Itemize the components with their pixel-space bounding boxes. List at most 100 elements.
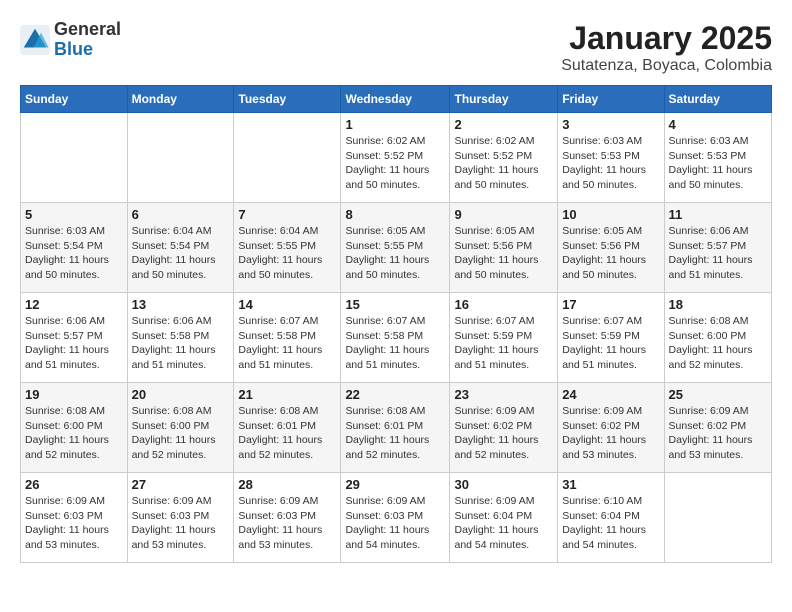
- calendar-cell: 2 Sunrise: 6:02 AM Sunset: 5:52 PM Daylig…: [450, 113, 558, 203]
- logo-icon: [20, 25, 50, 55]
- calendar-cell: [664, 473, 771, 563]
- day-number: 17: [562, 297, 659, 312]
- logo: General Blue: [20, 20, 121, 60]
- calendar-subtitle: Sutatenza, Boyaca, Colombia: [561, 57, 772, 75]
- calendar-cell: 6 Sunrise: 6:04 AM Sunset: 5:54 PM Daylig…: [127, 203, 234, 293]
- day-number: 13: [132, 297, 230, 312]
- calendar-cell: 20Sunrise: 6:08 AM Sunset: 6:00 PM Dayli…: [127, 383, 234, 473]
- day-number: 25: [669, 387, 767, 402]
- day-info: Sunrise: 6:07 AM Sunset: 5:59 PM Dayligh…: [562, 314, 659, 373]
- day-number: 18: [669, 297, 767, 312]
- calendar-cell: [21, 113, 128, 203]
- calendar-cell: 10 Sunrise: 6:05 AM Sunset: 5:56 PM Dayli…: [558, 203, 664, 293]
- day-info: Sunrise: 6:09 AM Sunset: 6:02 PM Dayligh…: [669, 404, 767, 463]
- calendar-cell: 12 Sunrise: 6:06 AM Sunset: 5:57 PM Dayli…: [21, 293, 128, 383]
- calendar-cell: 18 Sunrise: 6:08 AM Sunset: 6:00 PM Dayli…: [664, 293, 771, 383]
- weekday-header-tuesday: Tuesday: [234, 86, 341, 113]
- calendar-week-4: 19 Sunrise: 6:08 AM Sunset: 6:00 PM Dayli…: [21, 383, 772, 473]
- title-block: January 2025 Sutatenza, Boyaca, Colombia: [561, 20, 772, 75]
- day-number: 26: [25, 477, 123, 492]
- calendar-cell: [127, 113, 234, 203]
- calendar-cell: 5 Sunrise: 6:03 AM Sunset: 5:54 PM Daylig…: [21, 203, 128, 293]
- calendar-cell: 22Sunrise: 6:08 AM Sunset: 6:01 PM Dayli…: [341, 383, 450, 473]
- day-number: 4: [669, 117, 767, 132]
- day-info: Sunrise: 6:09 AM Sunset: 6:02 PM Dayligh…: [454, 404, 553, 463]
- calendar-cell: 11 Sunrise: 6:06 AM Sunset: 5:57 PM Dayli…: [664, 203, 771, 293]
- day-number: 20: [132, 387, 230, 402]
- day-number: 14: [238, 297, 336, 312]
- calendar-cell: 17 Sunrise: 6:07 AM Sunset: 5:59 PM Dayli…: [558, 293, 664, 383]
- day-info: Sunrise: 6:03 AM Sunset: 5:53 PM Dayligh…: [669, 134, 767, 193]
- day-number: 8: [345, 207, 445, 222]
- logo-general: General: [54, 20, 121, 40]
- day-info: Sunrise: 6:08 AM Sunset: 6:00 PM Dayligh…: [25, 404, 123, 463]
- calendar-cell: 1 Sunrise: 6:02 AM Sunset: 5:52 PM Daylig…: [341, 113, 450, 203]
- day-number: 28: [238, 477, 336, 492]
- day-info: Sunrise: 6:06 AM Sunset: 5:57 PM Dayligh…: [669, 224, 767, 283]
- weekday-header-monday: Monday: [127, 86, 234, 113]
- day-info: Sunrise: 6:08 AM Sunset: 6:00 PM Dayligh…: [669, 314, 767, 373]
- day-info: Sunrise: 6:02 AM Sunset: 5:52 PM Dayligh…: [454, 134, 553, 193]
- calendar-week-1: 1 Sunrise: 6:02 AM Sunset: 5:52 PM Daylig…: [21, 113, 772, 203]
- day-info: Sunrise: 6:09 AM Sunset: 6:04 PM Dayligh…: [454, 494, 553, 553]
- day-number: 2: [454, 117, 553, 132]
- day-info: Sunrise: 6:07 AM Sunset: 5:59 PM Dayligh…: [454, 314, 553, 373]
- calendar-cell: 16 Sunrise: 6:07 AM Sunset: 5:59 PM Dayli…: [450, 293, 558, 383]
- day-number: 27: [132, 477, 230, 492]
- day-info: Sunrise: 6:09 AM Sunset: 6:03 PM Dayligh…: [345, 494, 445, 553]
- day-info: Sunrise: 6:09 AM Sunset: 6:03 PM Dayligh…: [238, 494, 336, 553]
- calendar-cell: 19 Sunrise: 6:08 AM Sunset: 6:00 PM Dayli…: [21, 383, 128, 473]
- calendar-week-5: 26 Sunrise: 6:09 AM Sunset: 6:03 PM Dayli…: [21, 473, 772, 563]
- day-number: 5: [25, 207, 123, 222]
- day-info: Sunrise: 6:09 AM Sunset: 6:03 PM Dayligh…: [132, 494, 230, 553]
- calendar-cell: 30 Sunrise: 6:09 AM Sunset: 6:04 PM Dayli…: [450, 473, 558, 563]
- calendar-body: 1 Sunrise: 6:02 AM Sunset: 5:52 PM Daylig…: [21, 113, 772, 563]
- day-number: 12: [25, 297, 123, 312]
- day-number: 29: [345, 477, 445, 492]
- calendar-cell: 23Sunrise: 6:09 AM Sunset: 6:02 PM Dayli…: [450, 383, 558, 473]
- calendar-cell: 21Sunrise: 6:08 AM Sunset: 6:01 PM Dayli…: [234, 383, 341, 473]
- day-number: 7: [238, 207, 336, 222]
- day-number: 19: [25, 387, 123, 402]
- day-info: Sunrise: 6:07 AM Sunset: 5:58 PM Dayligh…: [238, 314, 336, 373]
- calendar-cell: 26 Sunrise: 6:09 AM Sunset: 6:03 PM Dayli…: [21, 473, 128, 563]
- logo-text: General Blue: [54, 20, 121, 60]
- calendar-cell: 14 Sunrise: 6:07 AM Sunset: 5:58 PM Dayli…: [234, 293, 341, 383]
- calendar-week-2: 5 Sunrise: 6:03 AM Sunset: 5:54 PM Daylig…: [21, 203, 772, 293]
- day-number: 16: [454, 297, 553, 312]
- calendar-cell: 29 Sunrise: 6:09 AM Sunset: 6:03 PM Dayli…: [341, 473, 450, 563]
- calendar-cell: 15Sunrise: 6:07 AM Sunset: 5:58 PM Dayli…: [341, 293, 450, 383]
- day-number: 10: [562, 207, 659, 222]
- weekday-header-saturday: Saturday: [664, 86, 771, 113]
- day-number: 3: [562, 117, 659, 132]
- calendar-cell: 8 Sunrise: 6:05 AM Sunset: 5:55 PM Daylig…: [341, 203, 450, 293]
- day-info: Sunrise: 6:10 AM Sunset: 6:04 PM Dayligh…: [562, 494, 659, 553]
- day-number: 31: [562, 477, 659, 492]
- day-info: Sunrise: 6:08 AM Sunset: 6:01 PM Dayligh…: [238, 404, 336, 463]
- day-number: 15: [345, 297, 445, 312]
- day-info: Sunrise: 6:04 AM Sunset: 5:55 PM Dayligh…: [238, 224, 336, 283]
- weekday-header-row: SundayMondayTuesdayWednesdayThursdayFrid…: [21, 86, 772, 113]
- day-info: Sunrise: 6:05 AM Sunset: 5:55 PM Dayligh…: [345, 224, 445, 283]
- calendar-cell: 28 Sunrise: 6:09 AM Sunset: 6:03 PM Dayli…: [234, 473, 341, 563]
- calendar-table: SundayMondayTuesdayWednesdayThursdayFrid…: [20, 85, 772, 563]
- calendar-cell: 31 Sunrise: 6:10 AM Sunset: 6:04 PM Dayli…: [558, 473, 664, 563]
- page-header: General Blue January 2025 Sutatenza, Boy…: [20, 20, 772, 75]
- day-info: Sunrise: 6:06 AM Sunset: 5:57 PM Dayligh…: [25, 314, 123, 373]
- day-info: Sunrise: 6:03 AM Sunset: 5:54 PM Dayligh…: [25, 224, 123, 283]
- day-number: 30: [454, 477, 553, 492]
- day-number: 6: [132, 207, 230, 222]
- day-info: Sunrise: 6:09 AM Sunset: 6:03 PM Dayligh…: [25, 494, 123, 553]
- day-number: 1: [345, 117, 445, 132]
- calendar-week-3: 12 Sunrise: 6:06 AM Sunset: 5:57 PM Dayli…: [21, 293, 772, 383]
- calendar-cell: 9Sunrise: 6:05 AM Sunset: 5:56 PM Daylig…: [450, 203, 558, 293]
- day-info: Sunrise: 6:04 AM Sunset: 5:54 PM Dayligh…: [132, 224, 230, 283]
- day-info: Sunrise: 6:03 AM Sunset: 5:53 PM Dayligh…: [562, 134, 659, 193]
- day-number: 11: [669, 207, 767, 222]
- calendar-cell: 25 Sunrise: 6:09 AM Sunset: 6:02 PM Dayli…: [664, 383, 771, 473]
- day-info: Sunrise: 6:02 AM Sunset: 5:52 PM Dayligh…: [345, 134, 445, 193]
- day-info: Sunrise: 6:05 AM Sunset: 5:56 PM Dayligh…: [562, 224, 659, 283]
- calendar-cell: 27 Sunrise: 6:09 AM Sunset: 6:03 PM Dayli…: [127, 473, 234, 563]
- day-info: Sunrise: 6:08 AM Sunset: 6:01 PM Dayligh…: [345, 404, 445, 463]
- logo-blue-text: Blue: [54, 40, 121, 60]
